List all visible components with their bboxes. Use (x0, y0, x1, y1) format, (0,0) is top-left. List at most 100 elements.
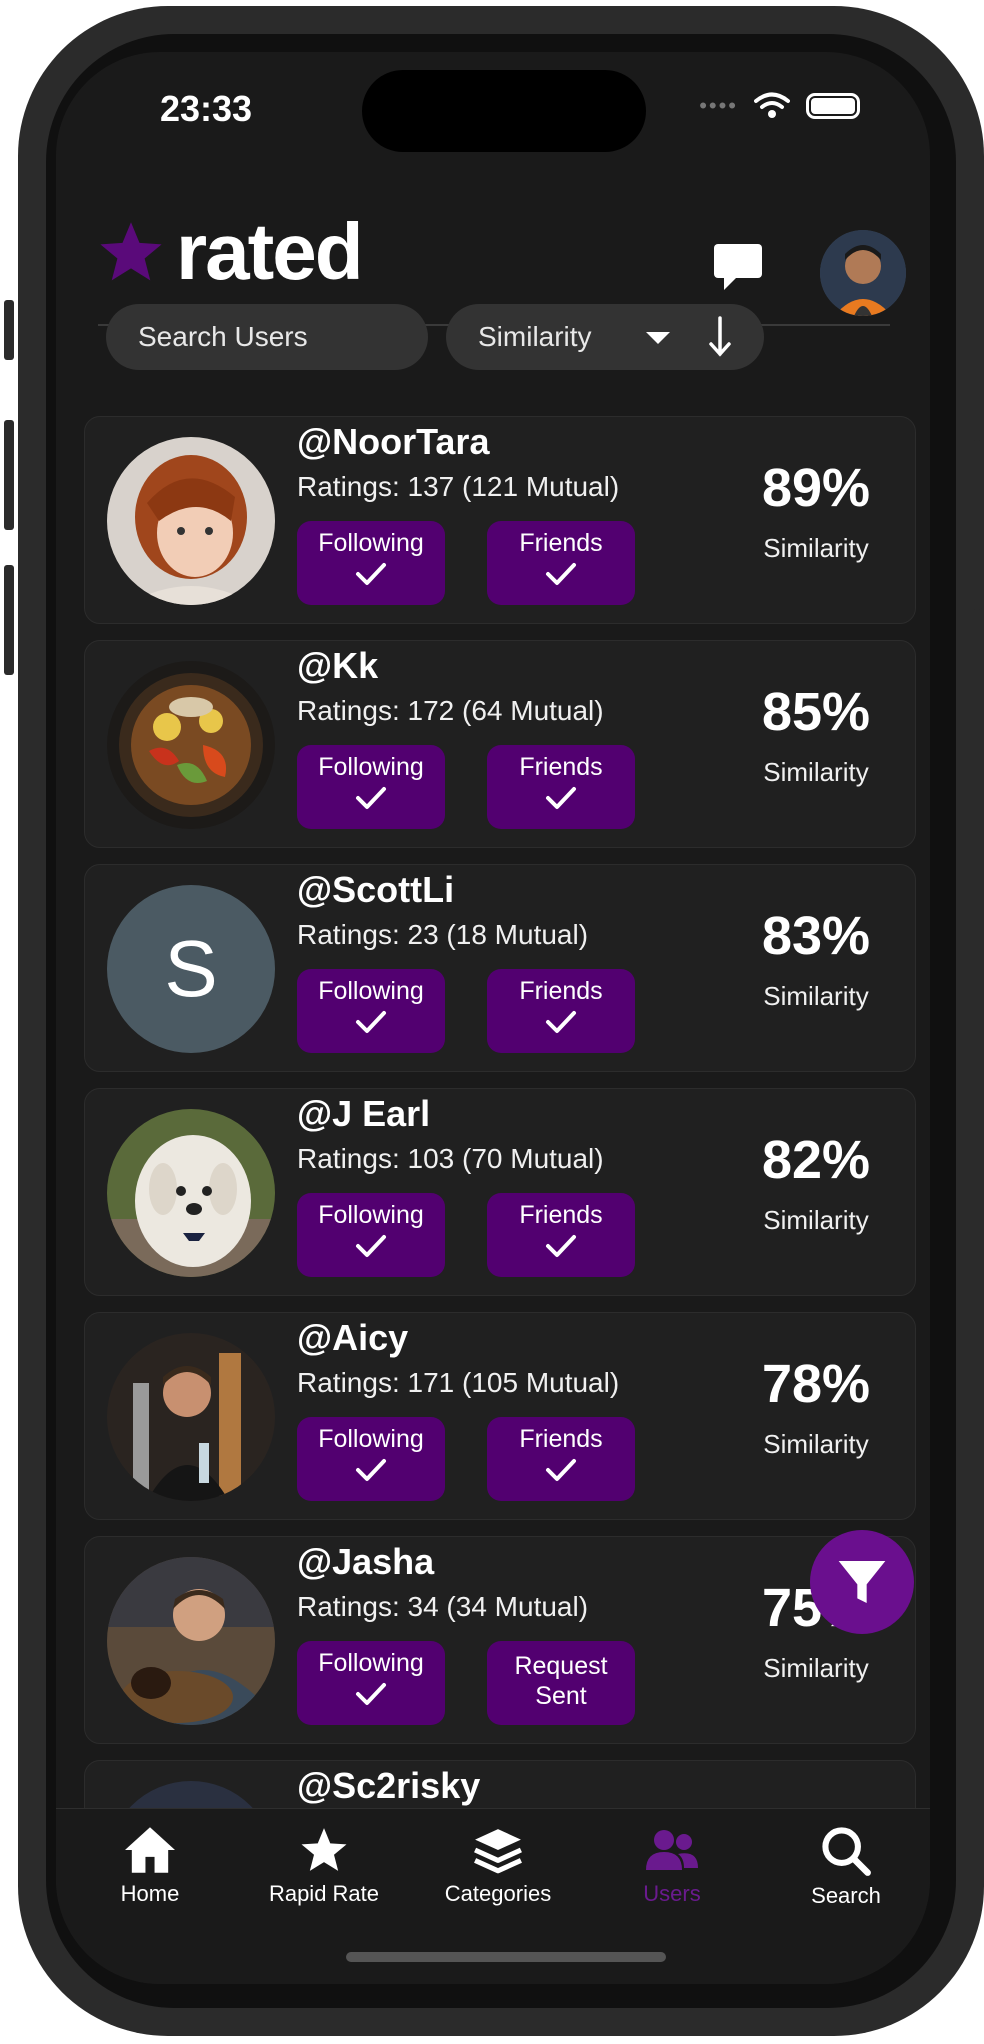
check-icon (356, 787, 386, 809)
request-sent-button[interactable]: Request Sent (487, 1641, 635, 1725)
nav-categories[interactable]: Categories (418, 1825, 578, 1907)
caret-down-icon (646, 332, 670, 344)
following-button[interactable]: Following (297, 969, 445, 1053)
similarity-label: Similarity (763, 757, 869, 787)
user-avatar (107, 437, 275, 605)
home-indicator (346, 1952, 666, 1962)
status-icons: •••• (699, 92, 860, 120)
similarity-percent: 89% (761, 458, 871, 518)
request-sent-label-line2: Sent (535, 1682, 587, 1710)
similarity-percent: 85% (761, 682, 871, 742)
friends-button[interactable]: Friends (487, 1417, 635, 1501)
nav-rapid-rate[interactable]: Rapid Rate (244, 1825, 404, 1907)
similarity-percent: 83% (761, 906, 871, 966)
following-button[interactable]: Following (297, 521, 445, 605)
app-header: rated (56, 172, 930, 326)
nav-users-label: Users (643, 1881, 701, 1906)
request-sent-label-line1: Request (514, 1652, 608, 1680)
following-label: Following (318, 1201, 424, 1229)
layers-icon (474, 1829, 522, 1874)
user-avatar (107, 661, 275, 829)
check-icon (546, 1235, 576, 1257)
nav-users[interactable]: Users (592, 1825, 752, 1907)
user-handle[interactable]: @Sc2risky (297, 1765, 480, 1807)
friends-button[interactable]: Friends (487, 1193, 635, 1277)
mute-switch (4, 300, 14, 360)
friends-label: Friends (519, 529, 603, 557)
user-avatar (107, 1333, 275, 1501)
user-avatar: S (107, 885, 275, 1053)
search-input[interactable]: Search Users (106, 304, 428, 370)
similarity-percent: 82% (761, 1130, 871, 1190)
check-icon (546, 787, 576, 809)
following-label: Following (318, 977, 424, 1005)
friends-label: Friends (519, 753, 603, 781)
user-card[interactable]: @J Earl Ratings: 103 (70 Mutual) Followi… (84, 1088, 916, 1296)
nav-home-label: Home (120, 1881, 180, 1906)
following-button[interactable]: Following (297, 1417, 445, 1501)
logo-text: rated (176, 207, 364, 296)
similarity-percent: 78% (761, 1354, 871, 1414)
user-avatar (107, 1109, 275, 1277)
user-handle[interactable]: @J Earl (297, 1093, 430, 1135)
friends-button[interactable]: Friends (487, 521, 635, 605)
check-icon (546, 563, 576, 585)
following-label: Following (318, 1649, 424, 1677)
check-icon (356, 1459, 386, 1481)
following-label: Following (318, 753, 424, 781)
volume-up-button (4, 420, 14, 530)
nav-categories-label: Categories (444, 1881, 552, 1906)
star-icon (301, 1828, 347, 1871)
battery-icon (806, 93, 860, 119)
following-label: Following (318, 1425, 424, 1453)
nav-search[interactable]: Search (766, 1825, 926, 1909)
similarity-label: Similarity (763, 533, 869, 563)
nav-search-label: Search (811, 1883, 881, 1908)
user-ratings: Ratings: 172 (64 Mutual) (297, 695, 604, 726)
nav-home[interactable]: Home (70, 1825, 230, 1907)
user-ratings: Ratings: 34 (34 Mutual) (297, 1591, 589, 1622)
signal-icon: •••• (699, 93, 738, 118)
sort-dropdown[interactable]: Similarity (446, 304, 764, 370)
friends-button[interactable]: Friends (487, 969, 635, 1053)
following-button[interactable]: Following (297, 745, 445, 829)
similarity-label: Similarity (763, 1653, 869, 1683)
check-icon (356, 1683, 386, 1705)
app-logo: rated (96, 207, 364, 296)
user-card[interactable]: @Aicy Ratings: 171 (105 Mutual) Followin… (84, 1312, 916, 1520)
search-icon (822, 1827, 871, 1876)
user-handle[interactable]: @Kk (297, 645, 378, 687)
user-handle[interactable]: @Aicy (297, 1317, 408, 1359)
user-card[interactable]: @NoorTara Ratings: 137 (121 Mutual) Foll… (84, 416, 916, 624)
profile-avatar[interactable] (820, 230, 906, 316)
chat-icon[interactable] (712, 242, 764, 297)
sort-direction-arrow-icon[interactable] (708, 316, 732, 358)
status-time: 23:33 (160, 88, 253, 129)
friends-button[interactable]: Friends (487, 745, 635, 829)
dynamic-island (362, 70, 646, 152)
sort-label: Similarity (478, 321, 592, 352)
check-icon (546, 1459, 576, 1481)
user-ratings: Ratings: 171 (105 Mutual) (297, 1367, 620, 1398)
friends-label: Friends (519, 1425, 603, 1453)
check-icon (356, 1011, 386, 1033)
user-card[interactable]: S @ScottLi Ratings: 23 (18 Mutual) Follo… (84, 864, 916, 1072)
user-ratings: Ratings: 137 (121 Mutual) (297, 471, 620, 502)
nav-rapid-rate-label: Rapid Rate (268, 1881, 380, 1906)
similarity-label: Similarity (763, 981, 869, 1011)
user-handle[interactable]: @NoorTara (297, 421, 489, 463)
user-card[interactable]: @Jasha Ratings: 34 (34 Mutual) Following… (84, 1536, 916, 1744)
check-icon (546, 1011, 576, 1033)
similarity-label: Similarity (763, 1429, 869, 1459)
following-button[interactable]: Following (297, 1641, 445, 1725)
following-button[interactable]: Following (297, 1193, 445, 1277)
similarity-label: Similarity (763, 1205, 869, 1235)
app-screen: 23:33 •••• rated Search Users Similarity… (56, 52, 930, 1984)
filter-button[interactable] (810, 1530, 914, 1634)
user-card[interactable]: @Kk Ratings: 172 (64 Mutual) Following F… (84, 640, 916, 848)
user-avatar (107, 1557, 275, 1725)
user-ratings: Ratings: 103 (70 Mutual) (297, 1143, 604, 1174)
check-icon (356, 563, 386, 585)
user-handle[interactable]: @ScottLi (297, 869, 454, 911)
user-handle[interactable]: @Jasha (297, 1541, 434, 1583)
